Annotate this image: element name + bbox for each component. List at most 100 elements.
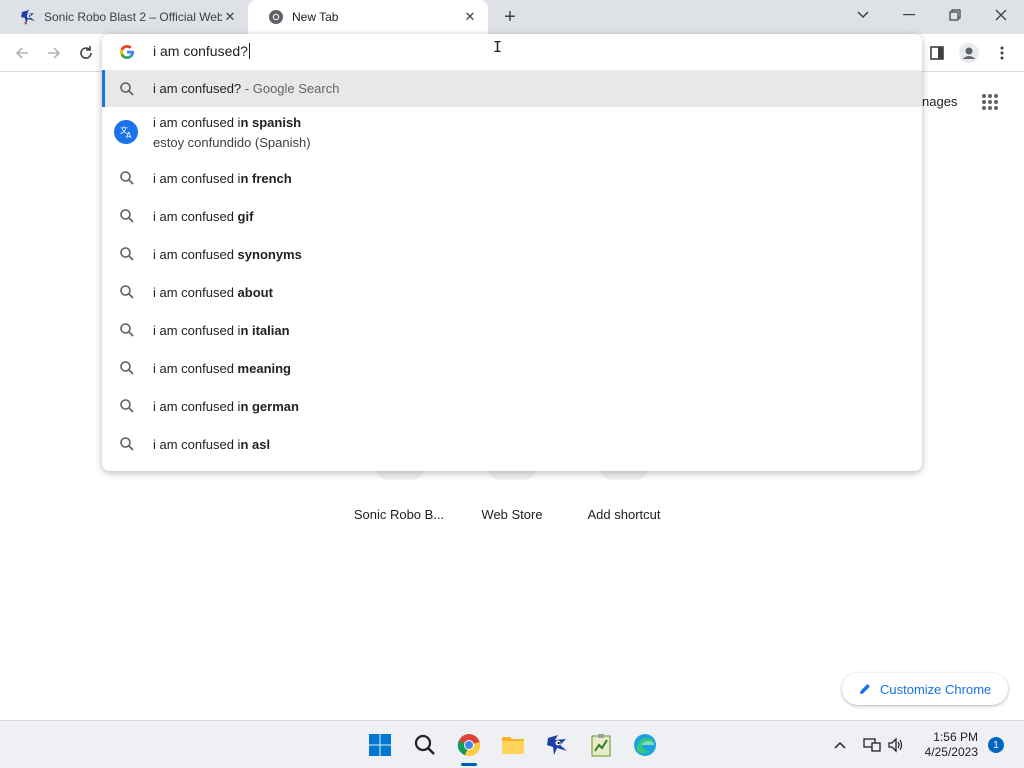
google-apps-icon[interactable] (981, 93, 999, 111)
suggestion-text: i am confused in italian (153, 323, 290, 338)
shortcut-label-sonic[interactable]: Sonic Robo B... (344, 507, 454, 522)
suggestion-query: i am confused (153, 360, 238, 376)
file-explorer-icon[interactable] (497, 729, 529, 761)
customize-chrome-button[interactable]: Customize Chrome (842, 673, 1008, 705)
notification-badge[interactable]: 1 (988, 737, 1004, 753)
suggestion-text: i am confused in french (153, 171, 292, 186)
suggestion-row[interactable]: i am confused synonyms (102, 235, 922, 273)
search-icon (120, 399, 134, 413)
suggestion-row[interactable]: i am confused in german (102, 387, 922, 425)
profile-avatar-icon[interactable] (955, 39, 983, 67)
suggestion-row[interactable]: i am confused in asl (102, 425, 922, 463)
suggestion-row[interactable]: 文A i am confused in spanish estoy confundi… (102, 105, 922, 159)
suggestion-query: i am confused (153, 284, 238, 300)
suggestion-completion: meaning (237, 360, 292, 376)
reload-icon[interactable] (72, 39, 100, 67)
suggestion-query: i am confused (153, 246, 238, 262)
tab-strip: Sonic Robo Blast 2 – Official Web ✕ New … (0, 0, 1024, 34)
shortcut-label-webstore[interactable]: Web Store (457, 507, 567, 522)
suggestion-text: i am confused in german (153, 399, 299, 414)
search-icon (120, 81, 134, 96)
search-icon (120, 437, 134, 451)
sonic-favicon-icon (21, 10, 35, 25)
close-tab-icon[interactable]: ✕ (462, 9, 478, 25)
suggestion-query: i am confused i (153, 170, 241, 186)
tab-title: New Tab (292, 10, 339, 24)
suggestion-text: i am confused synonyms (153, 247, 302, 262)
minimize-icon[interactable] (886, 0, 932, 30)
chevron-up-icon[interactable] (830, 735, 850, 755)
suggestion-completion: n spanish (240, 114, 302, 130)
customize-chrome-label: Customize Chrome (880, 681, 992, 697)
suggestion-row[interactable]: i am confused? - Google Search (102, 70, 922, 107)
suggestion-text: i am confused? - Google Search (153, 81, 339, 96)
suggestion-query: i am confused (153, 208, 238, 224)
tab-title: Sonic Robo Blast 2 – Official Web (44, 10, 222, 24)
suggestion-suffix: - Google Search (241, 81, 340, 96)
sonic-robo-blast-taskbar-icon[interactable] (541, 729, 573, 761)
close-window-icon[interactable] (978, 0, 1024, 30)
system-clock[interactable]: 1:56 PM 4/25/2023 (918, 730, 978, 760)
clock-time: 1:56 PM (933, 730, 978, 744)
google-g-icon (120, 45, 134, 59)
suggestion-query: i am confused i (153, 436, 241, 452)
chrome-taskbar-icon[interactable] (453, 729, 485, 761)
suggestion-row[interactable]: i am confused in italian (102, 311, 922, 349)
omnibox-dropdown: i am confused? I i am confused? - Google… (102, 34, 922, 471)
active-app-indicator (461, 763, 477, 766)
tab-new-tab[interactable]: New Tab ✕ (248, 0, 488, 34)
notepad-chart-icon[interactable] (585, 729, 617, 761)
back-icon[interactable] (8, 39, 36, 67)
suggestion-subtitle: estoy confundido (Spanish) (153, 134, 311, 150)
taskbar: 1:56 PM 4/25/2023 1 (0, 720, 1024, 768)
svg-text:A: A (126, 131, 132, 140)
suggestion-row[interactable]: i am confused meaning (102, 349, 922, 387)
images-link[interactable]: nages (922, 94, 957, 109)
search-icon (120, 323, 134, 337)
edge-taskbar-icon[interactable] (629, 729, 661, 761)
side-panel-icon[interactable] (923, 39, 951, 67)
restore-icon[interactable] (932, 0, 978, 30)
pencil-icon (860, 684, 870, 694)
suggestion-query: i am confused? (153, 81, 242, 96)
search-icon (120, 209, 134, 223)
close-tab-icon[interactable]: ✕ (222, 9, 238, 25)
text-caret (248, 43, 250, 59)
omnibox-input[interactable]: i am confused? I (102, 34, 922, 70)
suggestion-row[interactable]: i am confused gif (102, 197, 922, 235)
volume-icon[interactable] (886, 735, 906, 755)
omnibox-text[interactable]: i am confused? (153, 43, 250, 59)
suggestion-completion: n french (240, 170, 292, 186)
search-taskbar-icon[interactable] (409, 729, 441, 761)
translate-icon: 文A (114, 120, 138, 144)
suggestion-completion: gif (237, 208, 254, 224)
search-icon (120, 247, 134, 261)
suggestion-query: i am confused i (153, 322, 241, 338)
ibeam-cursor-icon: I (493, 38, 503, 56)
chrome-favicon-icon (269, 10, 283, 24)
search-icon (120, 285, 134, 299)
search-icon (120, 171, 134, 185)
tab-search-icon[interactable] (840, 0, 886, 30)
suggestion-query: i am confused i (153, 398, 241, 414)
suggestion-text: i am confused meaning (153, 361, 291, 376)
suggestion-completion: n italian (240, 322, 290, 338)
shortcut-label-add[interactable]: Add shortcut (569, 507, 679, 522)
suggestion-row[interactable]: i am confused in french (102, 159, 922, 197)
new-tab-button[interactable]: + (498, 5, 522, 29)
kebab-menu-icon[interactable] (988, 39, 1016, 67)
windows-start-icon[interactable] (364, 729, 396, 761)
tab-sonic-robo-blast[interactable]: Sonic Robo Blast 2 – Official Web ✕ (0, 0, 248, 34)
suggestion-row[interactable]: i am confused about (102, 273, 922, 311)
suggestion-text: i am confused gif (153, 209, 253, 224)
clock-date: 4/25/2023 (924, 745, 978, 759)
suggestion-text: i am confused in spanish estoy confundido… (153, 115, 311, 150)
suggestion-text: i am confused about (153, 285, 273, 300)
network-icon[interactable] (862, 735, 882, 755)
suggestion-completion: n asl (240, 436, 271, 452)
suggestion-query: i am confused i (153, 114, 241, 130)
suggestion-completion: about (237, 284, 273, 300)
search-icon (120, 361, 134, 375)
suggestion-completion: n german (240, 398, 299, 414)
forward-icon[interactable] (40, 39, 68, 67)
